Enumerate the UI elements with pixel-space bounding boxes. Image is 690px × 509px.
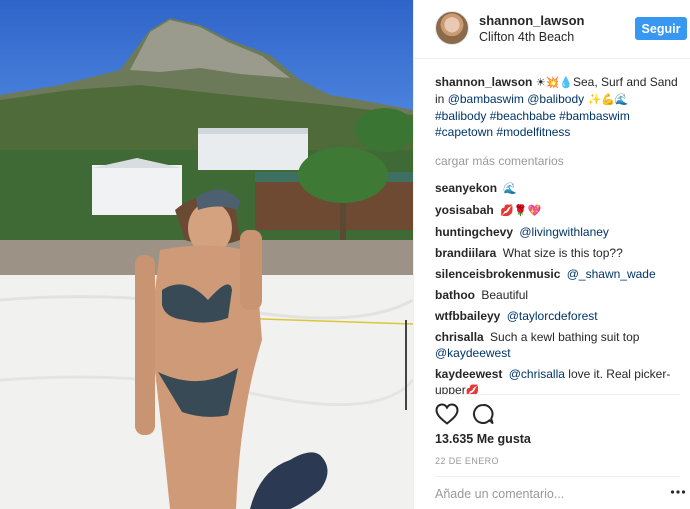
header-username[interactable]: shannon_lawson (479, 13, 584, 28)
comment-item: silenceisbrokenmusic @_shawn_wade (435, 266, 685, 282)
kiss-icon: 💋 (465, 384, 480, 394)
comment-username[interactable]: kaydeewest (435, 367, 502, 381)
post-header: shannon_lawson Clifton 4th Beach Seguir (414, 0, 690, 59)
comment-item: seanyekon 🌊 (435, 180, 685, 197)
hashtag-balibody[interactable]: #balibody (435, 109, 486, 123)
heart-outline-icon[interactable] (435, 403, 459, 425)
comment-bubble-icon[interactable] (472, 403, 494, 425)
comment-username[interactable]: bathoo (435, 288, 475, 302)
post-photo[interactable] (0, 0, 413, 509)
comment-item: yosisabah 💋🌹💖 (435, 202, 685, 219)
divider (435, 476, 680, 477)
sparkle-icon: ✨ (587, 93, 602, 106)
action-bar (435, 402, 535, 428)
post-date: 22 DE ENERO (435, 456, 499, 466)
comment-username[interactable]: yosisabah (435, 203, 494, 217)
comment-item: bathoo Beautiful (435, 287, 685, 303)
comment-item: chrisalla Such a kewl bathing suit top @… (435, 329, 685, 361)
comment-username[interactable]: huntingchevy (435, 225, 513, 239)
hashtag-modelfitness[interactable]: #modelfitness (496, 125, 570, 139)
comment-username[interactable]: silenceisbrokenmusic (435, 267, 560, 281)
comment-item: wtfbbaileyy @taylorcdeforest (435, 308, 685, 324)
comment-text: Such a kewl bathing suit top (490, 330, 640, 344)
wave-icon: 🌊 (614, 93, 629, 106)
comment-mention[interactable]: @livingwithlaney (519, 225, 609, 239)
divider (435, 394, 680, 395)
comment-item: brandiilara What size is this top?? (435, 245, 685, 261)
comment-username[interactable]: chrisalla (435, 330, 484, 344)
comment-username[interactable]: brandiilara (435, 246, 496, 260)
caption: shannon_lawson ☀💥💧Sea, Surf and Sand in … (435, 74, 685, 140)
droplet-icon: 💧 (559, 76, 573, 89)
burst-icon: 💥 (545, 76, 560, 89)
caption-mention-bambaswim[interactable]: @bambaswim (448, 92, 524, 106)
comment-mention[interactable]: @taylorcdeforest (507, 309, 598, 323)
beach-photo-illustration (0, 18, 413, 509)
caption-mention-balibody[interactable]: @balibody (527, 92, 584, 106)
follow-button[interactable]: Seguir (635, 17, 687, 40)
comment-text: Beautiful (481, 288, 529, 302)
post-sidebar: shannon_lawson Clifton 4th Beach Seguir … (413, 0, 690, 509)
comment-item: kaydeewest @chrisalla love it. Real pick… (435, 366, 685, 394)
header-location[interactable]: Clifton 4th Beach (479, 30, 574, 44)
comment-username[interactable]: seanyekon (435, 181, 497, 195)
comment-mention[interactable]: @chrisalla (509, 367, 565, 381)
sun-icon: ☀ (535, 76, 546, 89)
comment-mention[interactable]: @_shawn_wade (567, 267, 656, 281)
more-options-icon[interactable] (670, 489, 686, 495)
comment-mention[interactable]: @kaydeewest (435, 346, 511, 360)
comments-list: shannon_lawson ☀💥💧Sea, Surf and Sand in … (435, 74, 685, 394)
comment-input[interactable] (435, 483, 655, 505)
likes-count[interactable]: 13.635 Me gusta (435, 432, 531, 446)
hashtag-beachbabe[interactable]: #beachbabe (490, 109, 556, 123)
hashtag-capetown[interactable]: #capetown (435, 125, 493, 139)
comment-item: huntingchevy @livingwithlaney (435, 224, 685, 240)
muscle-icon: 💪 (601, 93, 615, 106)
load-more-comments[interactable]: cargar más comentarios (435, 153, 685, 169)
avatar[interactable] (435, 11, 469, 45)
caption-username[interactable]: shannon_lawson (435, 75, 532, 89)
wave-icon: 🌊 (503, 182, 518, 195)
hashtag-bambaswim[interactable]: #bambaswim (559, 109, 630, 123)
comment-text: What size is this top?? (502, 246, 623, 260)
kiss-rose-heart-icon: 💋🌹💖 (500, 204, 542, 217)
comment-username[interactable]: wtfbbaileyy (435, 309, 500, 323)
